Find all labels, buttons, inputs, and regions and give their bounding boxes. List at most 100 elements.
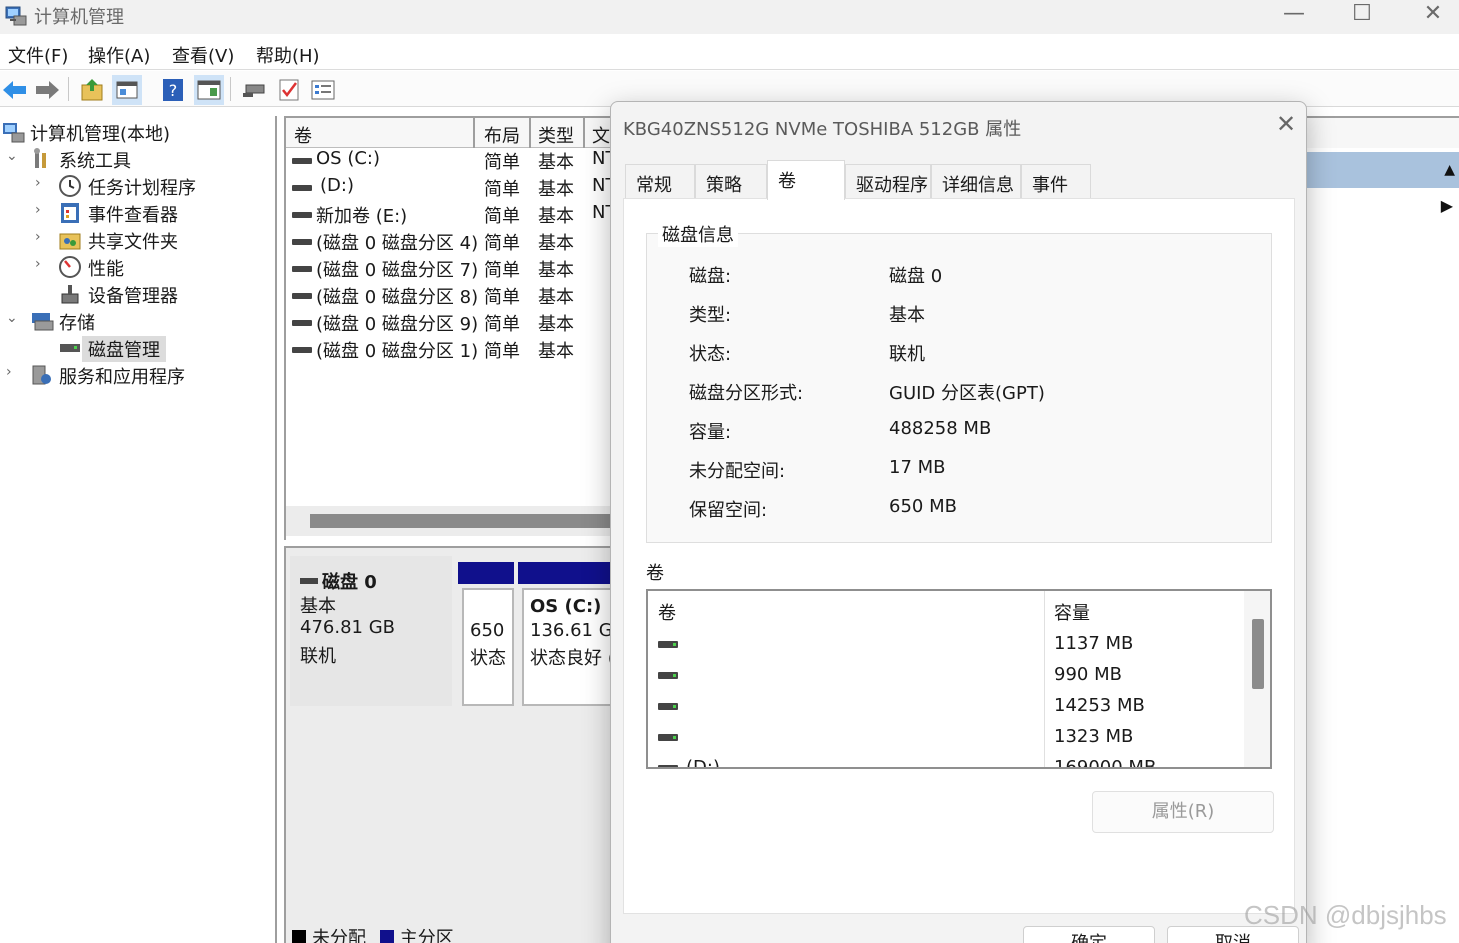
list-item[interactable]: (D:) 169000 MB [648,753,1248,767]
column-divider[interactable] [583,118,585,148]
disk-info-card[interactable]: 磁盘 0 基本 476.81 GB 联机 [290,556,452,706]
column-header-volume[interactable]: 卷 [294,122,312,148]
disk-info-group-title: 磁盘信息 [658,221,738,247]
tree-item-label: 事件查看器 [88,205,178,226]
chevron-right-icon[interactable]: › [35,229,49,245]
computer-management-icon [5,6,27,26]
menu-help[interactable]: 帮助(H) [256,42,320,68]
actions-header [1302,116,1459,148]
drive-icon [292,320,312,326]
tab-general[interactable]: 常规 [625,164,695,198]
vertical-scrollbar-thumb[interactable] [1252,619,1264,689]
forward-arrow-icon[interactable] [32,75,62,105]
cell-volume: (磁盘 0 磁盘分区 8) [316,287,479,308]
dialog-close-button[interactable]: ✕ [1271,110,1301,140]
tab-details[interactable]: 详细信息 [931,164,1021,198]
info-value-partition-style: GUID 分区表(GPT) [889,383,1045,404]
tab-events[interactable]: 事件 [1021,164,1091,198]
console-tree-icon[interactable] [112,75,142,105]
svg-text:?: ? [169,81,178,100]
table-row[interactable]: (D:) 简单 基本 NT [286,175,626,202]
properties-button[interactable]: 属性(R) [1092,791,1274,833]
menu-action[interactable]: 操作(A) [88,42,150,68]
connect-icon[interactable] [240,75,270,105]
disk-name-row: 磁盘 0 [300,568,377,594]
list-item[interactable]: 1137 MB [648,629,1248,660]
legend-primary: 主分区 [399,928,454,943]
cell-type: 基本 [538,314,574,335]
ok-button[interactable]: 确定 [1023,926,1155,943]
close-button[interactable]: ✕ [1403,0,1459,30]
column-header-type[interactable]: 类型 [538,122,574,148]
more-actions-arrow-icon[interactable]: ▶ [1441,196,1453,215]
device-manager-icon [61,285,79,304]
event-viewer-icon [61,203,79,223]
chevron-right-icon[interactable]: › [6,364,20,380]
table-row[interactable]: OS (C:) 简单 基本 NT [286,148,626,175]
actions-selected-group[interactable] [1302,152,1459,188]
list-item[interactable]: 990 MB [648,660,1248,691]
cell-type: 基本 [538,233,574,254]
console-tree: 计算机管理(本地) ⌄ 系统工具 › 任务计划程序 › 事件查看器 › 共享文件… [0,116,277,943]
chevron-down-icon[interactable]: ⌄ [6,310,20,326]
tree-item-label: 性能 [88,259,124,280]
column-header-fs[interactable]: 文 [592,122,610,148]
cell-layout: 简单 [484,260,520,281]
menu-view[interactable]: 查看(V) [172,42,234,68]
menu-file[interactable]: 文件(F) [8,42,68,68]
chevron-right-icon[interactable]: › [35,256,49,272]
maximize-button[interactable]: ☐ [1332,0,1392,30]
tree-item-label: 共享文件夹 [88,232,178,253]
view-icon[interactable] [194,75,224,105]
tab-driver[interactable]: 驱动程序 [845,164,931,198]
column-header-capacity[interactable]: 容量 [1054,599,1090,625]
cell-type: 基本 [538,341,574,362]
volumes-listbox[interactable]: 卷 容量 1137 MB 990 MB 14253 MB 1323 MB (D:… [646,589,1272,769]
table-row[interactable]: (磁盘 0 磁盘分区 8) 简单 基本 [286,283,626,310]
cell-type: 基本 [538,260,574,281]
info-label-capacity: 容量: [689,422,732,443]
table-row[interactable]: (磁盘 0 磁盘分区 7) 简单 基本 [286,256,626,283]
column-header-layout[interactable]: 布局 [484,122,520,148]
up-folder-icon[interactable] [78,75,108,105]
back-arrow-icon[interactable] [0,75,30,105]
table-row[interactable]: (磁盘 0 磁盘分区 4) 简单 基本 [286,229,626,256]
tree-item-label: 计算机管理(本地) [30,124,171,145]
partition-block[interactable]: 650 状态 [462,588,514,706]
minimize-button[interactable]: — [1264,0,1324,30]
help-icon[interactable]: ? [158,75,188,105]
table-row[interactable]: (磁盘 0 磁盘分区 9) 简单 基本 [286,310,626,337]
collapse-arrow-icon[interactable]: ▲ [1444,162,1455,178]
cell-layout: 简单 [484,287,520,308]
volume-capacity: 990 MB [1054,664,1122,685]
info-value-capacity: 488258 MB [889,418,992,439]
tab-policy[interactable]: 策略 [695,164,767,198]
menu-bar: 文件(F) 操作(A) 查看(V) 帮助(H) [0,36,1459,70]
check-icon[interactable] [274,75,304,105]
drive-icon [658,672,678,679]
properties-list-icon[interactable] [308,75,338,105]
tab-volumes[interactable]: 卷 [767,160,845,200]
info-value-unallocated: 17 MB [889,457,946,478]
column-divider[interactable] [473,118,475,148]
info-value-reserved: 650 MB [889,496,957,517]
legend-unallocated: 未分配 [312,928,366,943]
table-row[interactable]: (磁盘 0 磁盘分区 1) 简单 基本 [286,337,626,364]
chevron-down-icon[interactable]: ⌄ [6,148,20,164]
disk-size: 476.81 GB [300,617,396,638]
column-header-volume[interactable]: 卷 [658,599,676,625]
chevron-right-icon[interactable]: › [35,202,49,218]
volume-capacity: 1323 MB [1054,726,1134,747]
storage-icon [32,313,54,331]
cell-type: 基本 [538,179,574,200]
table-row[interactable]: 新加卷 (E:) 简单 基本 NT [286,202,626,229]
tree-item-label: 服务和应用程序 [59,367,185,388]
column-divider[interactable] [529,118,531,148]
drive-icon [292,185,312,191]
horizontal-scrollbar-thumb[interactable] [310,514,626,528]
properties-dialog: KBG40ZNS512G NVMe TOSHIBA 512GB 属性 ✕ 常规 … [610,101,1307,943]
disk-type: 基本 [300,596,336,617]
chevron-right-icon[interactable]: › [35,175,49,191]
list-item[interactable]: 1323 MB [648,722,1248,753]
list-item[interactable]: 14253 MB [648,691,1248,722]
